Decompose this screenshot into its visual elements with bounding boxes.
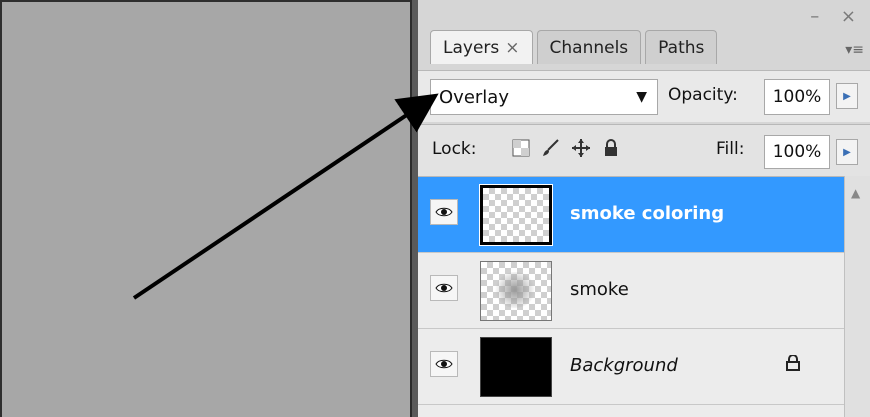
blend-mode-value: Overlay [439,86,509,108]
tab-paths[interactable]: Paths [645,30,718,64]
layer-list: smoke coloring smoke Background [418,176,844,417]
panel-divider[interactable] [410,0,418,417]
triangle-right-icon: ▶ [843,90,851,102]
lock-icon [786,354,800,375]
panel-header: – × Layers × Channels Paths ▾≡ [418,0,870,70]
window-controls[interactable]: – × [810,6,864,27]
tab-layers-label: Layers [443,37,500,58]
lock-label: Lock: [432,139,477,159]
layer-row-background[interactable]: Background [418,329,844,405]
layer-name[interactable]: smoke [570,279,629,300]
tab-channels[interactable]: Channels [536,30,642,64]
opacity-slider-button[interactable]: ▶ [836,83,858,109]
layer-thumbnail[interactable] [480,337,552,397]
eye-icon[interactable] [430,351,458,377]
layer-row-smoke-coloring[interactable]: smoke coloring [418,177,844,253]
move-icon[interactable] [570,137,592,159]
fill-slider-button[interactable]: ▶ [836,139,858,165]
lock-row: Lock: Fill: 100% ▶ [418,124,870,176]
scroll-up-icon[interactable]: ▲ [851,186,860,200]
eye-icon[interactable] [430,275,458,301]
canvas-area[interactable] [0,0,412,417]
opacity-label: Opacity: [668,85,738,105]
lock-transparent-icon[interactable] [510,137,532,159]
panel-tabs: Layers × Channels Paths [430,30,721,64]
blend-mode-row: Overlay ▼ Opacity: 100% ▶ [418,70,870,122]
lock-icon[interactable] [600,137,622,159]
fill-label: Fill: [716,139,745,159]
layer-name[interactable]: Background [570,355,678,376]
lock-buttons [510,137,622,159]
brush-icon[interactable] [540,137,562,159]
triangle-right-icon: ▶ [843,146,851,158]
tab-paths-label: Paths [658,37,705,58]
fill-input[interactable]: 100% [764,135,830,169]
layer-thumbnail[interactable] [480,261,552,321]
layer-name[interactable]: smoke coloring [570,203,724,224]
layers-scrollbar[interactable]: ▲ [844,176,870,417]
close-icon[interactable]: × [505,38,519,58]
layer-thumbnail[interactable] [479,184,553,246]
tab-channels-label: Channels [549,37,629,58]
blend-mode-select[interactable]: Overlay ▼ [430,79,658,115]
layers-panel: – × Layers × Channels Paths ▾≡ Overlay ▼… [418,0,870,417]
tab-layers[interactable]: Layers × [430,30,533,64]
eye-icon[interactable] [430,199,458,225]
layer-row-smoke[interactable]: smoke [418,253,844,329]
panel-menu-icon[interactable]: ▾≡ [845,42,864,58]
chevron-down-icon: ▼ [636,89,647,105]
opacity-input[interactable]: 100% [764,79,830,115]
